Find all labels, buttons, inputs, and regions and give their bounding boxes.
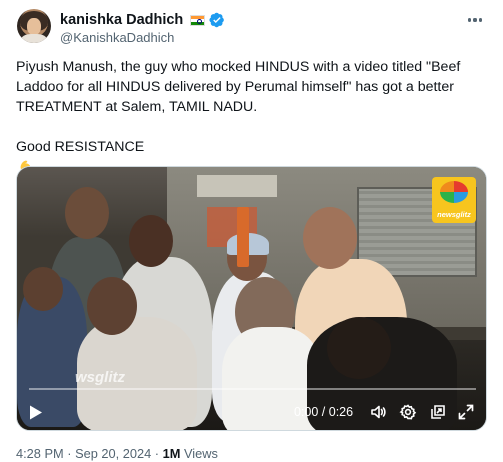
verified-badge-icon[interactable]: [209, 12, 225, 28]
video-frame: [17, 167, 486, 430]
more-options-icon[interactable]: [465, 12, 485, 28]
author-name-row: kanishka Dadhich: [60, 11, 225, 29]
volume-icon[interactable]: [369, 403, 387, 421]
author-display-name[interactable]: kanishka Dadhich: [60, 12, 183, 28]
avatar[interactable]: [17, 9, 51, 43]
pop-out-icon[interactable]: [429, 403, 447, 421]
newsglitz-logo: newsglitz: [432, 177, 476, 223]
tweet-date[interactable]: Sep 20, 2024: [75, 446, 151, 461]
views-count: 1M: [162, 446, 181, 461]
logo-text: newsglitz: [437, 210, 471, 219]
video-player[interactable]: wsglitz newsglitz 0:00 / 0:26: [16, 166, 487, 431]
author-handle[interactable]: @KanishkaDadhich: [60, 30, 174, 45]
fullscreen-icon[interactable]: [457, 403, 475, 421]
tweet-paragraph-1: Piyush Manush, the guy who mocked HINDUS…: [16, 59, 461, 115]
views-label: Views: [183, 446, 218, 461]
video-time: 0:00 / 0:26: [294, 405, 354, 419]
tweet-card[interactable]: kanishka Dadhich @KanishkaDadhich Piyush…: [0, 0, 503, 462]
meta-separator-2: ·: [154, 446, 160, 461]
video-progress-bar[interactable]: [29, 388, 476, 390]
meta-separator: ·: [67, 446, 72, 461]
tweet-paragraph-2-text: Good RESISTANCE: [16, 139, 145, 155]
play-icon[interactable]: [29, 405, 43, 420]
tweet-meta: 4:28 PM · Sep 20, 2024 · 1M Views: [16, 446, 218, 461]
settings-gear-icon[interactable]: [399, 403, 417, 421]
india-flag-icon: [190, 14, 206, 26]
video-watermark: wsglitz: [75, 369, 126, 386]
video-controls: 0:00 / 0:26: [17, 399, 486, 425]
tweet-time[interactable]: 4:28 PM: [16, 446, 64, 461]
